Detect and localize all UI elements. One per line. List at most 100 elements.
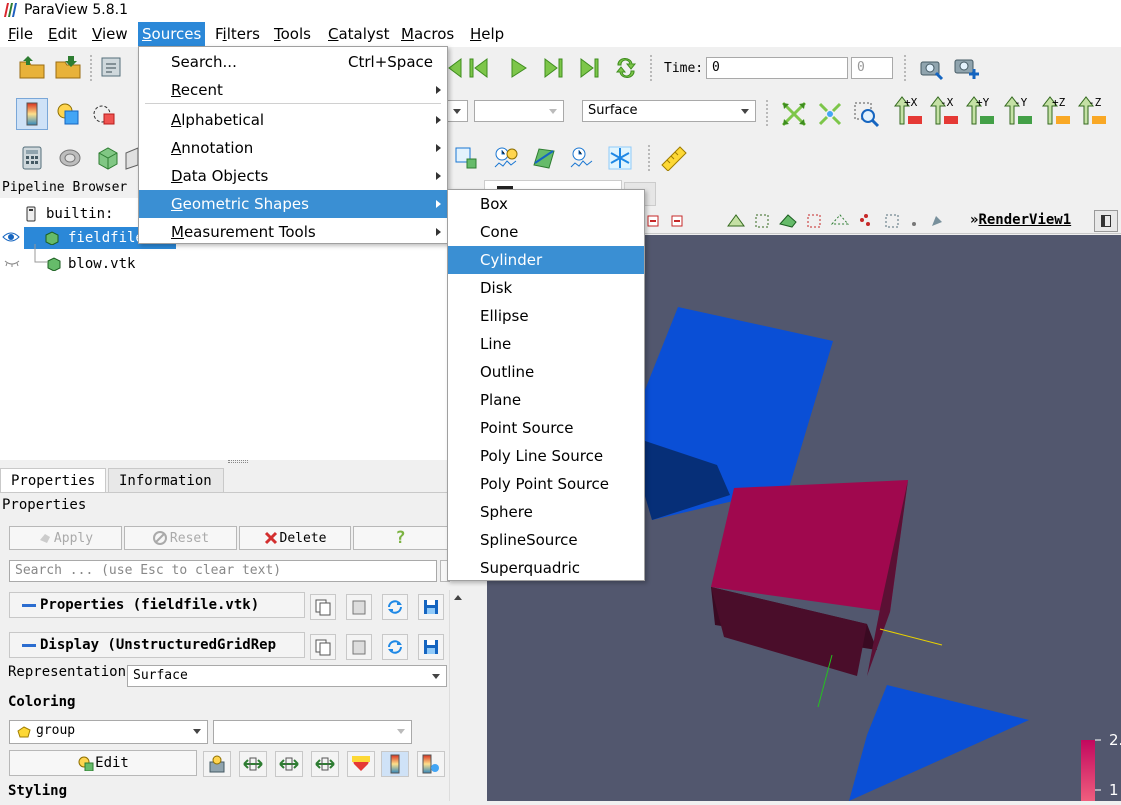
add-camera-button[interactable] — [952, 54, 980, 82]
copy-button[interactable] — [310, 634, 336, 660]
calculator-button[interactable] — [18, 144, 46, 172]
plot-over-line-button[interactable] — [530, 144, 558, 172]
clip-button[interactable] — [94, 144, 122, 172]
sources-menu-item-geometric-shapes[interactable]: Geometric ShapesGeometric Shapes — [139, 190, 447, 218]
time-value-field[interactable]: 0 — [706, 57, 848, 79]
save-data-button[interactable] — [54, 53, 82, 81]
next-frame-button[interactable] — [538, 54, 566, 82]
choose-preset-button[interactable] — [203, 751, 231, 777]
menu-filters[interactable]: FiltersFilters — [211, 22, 264, 47]
splitter-handle[interactable] — [228, 460, 248, 463]
properties-scrollbar[interactable] — [449, 590, 465, 801]
reset-range-button[interactable] — [90, 100, 118, 128]
reset-button[interactable]: Reset — [124, 526, 237, 550]
menu-edit[interactable]: EditEdit — [44, 22, 81, 47]
view-axis-button[interactable]: +Y — [962, 96, 996, 125]
rescale-custom-button[interactable] — [275, 751, 303, 777]
representation-combo[interactable]: Surface — [127, 665, 447, 687]
open-file-button[interactable] — [18, 53, 46, 81]
restore-default-button[interactable] — [382, 634, 408, 660]
plot-over-time-button[interactable] — [492, 144, 520, 172]
edit-color-map-button[interactable] — [54, 100, 82, 128]
sources-menu-item-recent[interactable]: RecentRecent — [139, 76, 447, 104]
view-axis-button[interactable]: -Y — [1000, 96, 1034, 125]
sources-menu-item-data-objects[interactable]: Data ObjectsData Objects — [139, 162, 447, 190]
save-default-button[interactable] — [418, 634, 444, 660]
properties-search-input[interactable]: Search ... (use Esc to clear text) — [9, 560, 437, 582]
last-frame-button[interactable] — [576, 54, 604, 82]
save-default-button[interactable] — [418, 594, 444, 620]
apply-button[interactable]: Apply — [9, 526, 122, 550]
menu-view[interactable]: ViewView — [88, 22, 132, 47]
extract-selection-button[interactable] — [452, 144, 480, 172]
menu-file[interactable]: FileFile — [4, 22, 37, 47]
menu-help[interactable]: HelpHelp — [466, 22, 508, 47]
rescale-temporal-button[interactable] — [311, 751, 339, 777]
view-axis-button[interactable]: +Z — [1038, 96, 1072, 125]
shape-item-superquadric[interactable]: Superquadric — [448, 554, 644, 582]
play-button[interactable] — [504, 54, 532, 82]
shape-item-ellipse[interactable]: Ellipse — [448, 302, 644, 330]
copy-button[interactable] — [310, 594, 336, 620]
glyph-button[interactable] — [606, 144, 634, 172]
shape-item-cone[interactable]: Cone — [448, 218, 644, 246]
ruler-button[interactable] — [660, 144, 688, 172]
pipeline-item-builtin[interactable]: builtin: — [26, 203, 113, 225]
shape-item-cylinder[interactable]: Cylinder — [448, 246, 644, 274]
representation-toolbar-combo[interactable]: Surface — [582, 100, 756, 122]
paste-button[interactable] — [346, 594, 372, 620]
shape-item-splinesource[interactable]: SplineSource — [448, 526, 644, 554]
shape-item-point-source[interactable]: Point Source — [448, 414, 644, 442]
shape-item-line[interactable]: Line — [448, 330, 644, 358]
coloring-component-combo[interactable] — [213, 720, 412, 744]
shape-item-plane[interactable]: Plane — [448, 386, 644, 414]
sources-menu-item-measurement-tools[interactable]: Measurement ToolsMeasurement Tools — [139, 218, 447, 246]
shape-item-poly-point-source[interactable]: Poly Point Source — [448, 470, 644, 498]
menu-tools[interactable]: ToolsTools — [270, 22, 315, 47]
load-state-button[interactable] — [98, 53, 126, 81]
zoom-to-box-button[interactable] — [852, 100, 880, 128]
shape-item-disk[interactable]: Disk — [448, 274, 644, 302]
toggle-legend-button[interactable] — [381, 751, 409, 777]
properties-group-header[interactable]: Properties (fieldfile.vtk) — [9, 592, 305, 618]
pipeline-item-blow[interactable]: blow.vtk — [46, 253, 135, 275]
delete-button[interactable]: Delete — [239, 526, 351, 550]
contour-button[interactable] — [56, 144, 84, 172]
view-axis-button[interactable]: -X — [926, 96, 960, 125]
reset-camera-button[interactable] — [780, 100, 808, 128]
show-colormap-button[interactable] — [347, 751, 375, 777]
menu-macros[interactable]: MacrosMacros — [397, 22, 458, 47]
loop-button[interactable] — [612, 54, 640, 82]
sources-menu-item-annotation[interactable]: AnnotationAnnotation — [139, 134, 447, 162]
view-axis-button[interactable]: +X — [890, 96, 924, 125]
restore-default-button[interactable] — [382, 594, 408, 620]
sources-menu-item-alphabetical[interactable]: AlphabeticalAlphabetical — [139, 106, 447, 134]
component-combo[interactable] — [474, 100, 564, 122]
display-group-header[interactable]: Display (UnstructuredGridRep — [9, 632, 305, 658]
edit-colormap-button[interactable]: Edit — [9, 750, 197, 776]
sources-menu-item-search[interactable]: Search...Search...Ctrl+Space — [139, 48, 447, 76]
eye-visible-icon[interactable] — [2, 231, 20, 243]
shape-item-box[interactable]: Box — [448, 190, 644, 218]
eye-hidden-icon[interactable] — [4, 258, 20, 268]
rescale-data-button[interactable] — [239, 751, 267, 777]
edit-legend-button[interactable] — [417, 751, 445, 777]
menu-sources[interactable]: SourcesSources — [138, 22, 206, 47]
capture-screenshot-button[interactable] — [918, 54, 946, 82]
paste-button[interactable] — [346, 634, 372, 660]
probe-location-button[interactable] — [568, 144, 596, 172]
shape-item-sphere[interactable]: Sphere — [448, 498, 644, 526]
time-index-spinbox[interactable]: 0 — [851, 57, 893, 79]
shape-item-outline[interactable]: Outline — [448, 358, 644, 386]
view-axis-button[interactable]: -Z — [1074, 96, 1108, 125]
menu-catalyst[interactable]: CatalystCatalyst — [324, 22, 394, 47]
coloring-combo[interactable]: group — [9, 720, 208, 744]
toggle-color-legend-button[interactable] — [16, 98, 48, 130]
shape-item-poly-line-source[interactable]: Poly Line Source — [448, 442, 644, 470]
zoom-to-data-button[interactable] — [816, 100, 844, 128]
tab-information[interactable]: Information — [108, 468, 224, 493]
render-view-title[interactable]: »RenderView1 — [970, 212, 1071, 228]
tab-properties[interactable]: Properties — [0, 468, 107, 493]
help-button[interactable]: ? — [353, 526, 448, 550]
split-horizontal-button[interactable] — [1094, 210, 1118, 232]
